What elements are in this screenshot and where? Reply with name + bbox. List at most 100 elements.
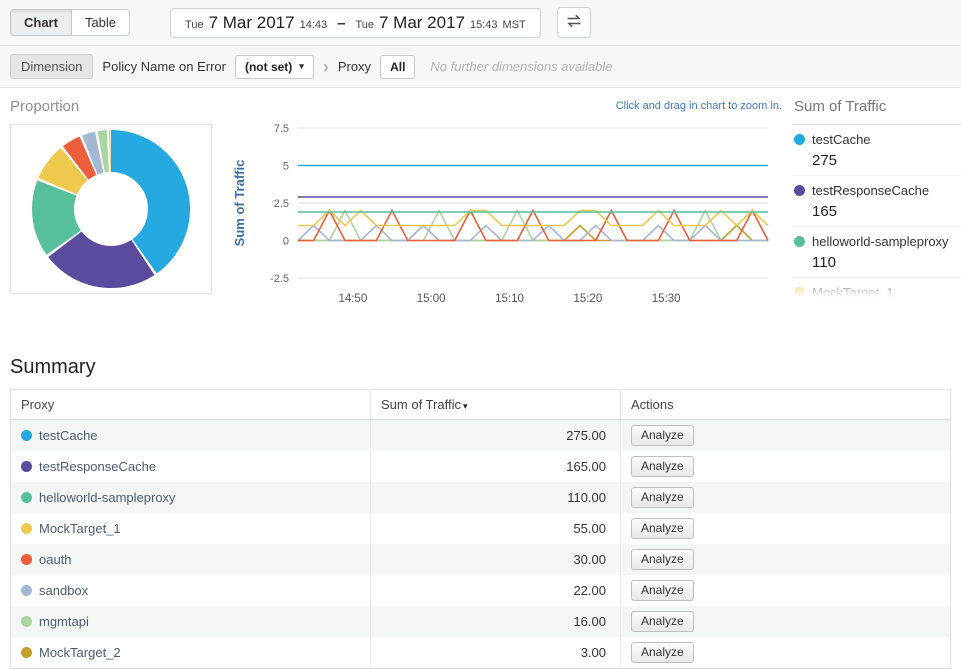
- end-time: 15:43: [470, 19, 498, 31]
- series-color-dot: [21, 492, 32, 503]
- table-row: mgmtapi16.00Analyze: [11, 606, 951, 637]
- series-color-dot: [21, 585, 32, 596]
- start-date: 7 Mar 2017: [209, 13, 295, 33]
- table-row: sandbox22.00 Analyze: [11, 575, 951, 606]
- zoom-hint-text: Click and drag in chart to zoom in.: [616, 100, 782, 112]
- series-color-dot: [21, 554, 32, 565]
- summary-heading: Summary: [10, 356, 951, 379]
- proxy-cell: MockTarget_2: [11, 637, 371, 669]
- summary-table: Proxy Sum of Traffic▾ Actions testCache2…: [10, 389, 951, 669]
- series-color-dot: [794, 287, 805, 298]
- legend-series-name: MockTarget_1: [812, 285, 894, 300]
- analyze-button[interactable]: Analyze: [631, 580, 694, 601]
- legend-series-value: 165: [812, 203, 961, 220]
- analyze-button[interactable]: Analyze: [631, 487, 694, 508]
- charts-row: Proportion Click and drag in chart to zo…: [0, 88, 961, 344]
- sort-caret-icon: ▾: [463, 401, 468, 411]
- legend-item[interactable]: testResponseCache 165: [792, 176, 961, 227]
- end-day-name: Tue: [355, 19, 374, 31]
- proxy-dimension-label: Proxy: [338, 59, 371, 74]
- series-color-dot: [21, 523, 32, 534]
- series-color-dot: [21, 647, 32, 658]
- actions-cell: Analyze: [621, 606, 951, 637]
- svg-text:15:20: 15:20: [573, 293, 602, 305]
- dimension-toolbar: Dimension Policy Name on Error (not set)…: [0, 46, 961, 88]
- actions-cell: Analyze: [621, 544, 951, 575]
- chevron-right-icon: ›: [323, 58, 329, 76]
- table-row: testCache275.00 Analyze: [11, 420, 951, 452]
- analyze-button[interactable]: Analyze: [631, 642, 694, 663]
- col-actions: Actions: [621, 390, 951, 420]
- traffic-value-cell: 16.00: [371, 606, 621, 637]
- start-day-name: Tue: [185, 19, 204, 31]
- policy-dimension-label: Policy Name on Error: [102, 59, 226, 74]
- proxy-cell: sandbox: [11, 575, 371, 606]
- proxy-cell: testResponseCache: [11, 451, 371, 482]
- analytics-page: Chart Table Tue 7 Mar 2017 14:43 – Tue 7…: [0, 0, 961, 669]
- series-color-dot: [794, 134, 805, 145]
- policy-value: (not set): [245, 60, 292, 74]
- traffic-value-cell: 275.00: [371, 420, 621, 452]
- table-header-row: Proxy Sum of Traffic▾ Actions: [11, 390, 951, 420]
- proxy-cell: oauth: [11, 544, 371, 575]
- view-toggle: Chart Table: [10, 9, 130, 36]
- start-time: 14:43: [300, 19, 328, 31]
- col-proxy: Proxy: [11, 390, 371, 420]
- traffic-value-cell: 110.00: [371, 482, 621, 513]
- date-range-picker[interactable]: Tue 7 Mar 2017 14:43 – Tue 7 Mar 2017 15…: [170, 8, 541, 38]
- dimension-chip: Dimension: [10, 54, 93, 79]
- legend-series-value: 110: [812, 254, 961, 271]
- series-color-dot: [794, 236, 805, 247]
- actions-cell: Analyze: [621, 420, 951, 452]
- chart-tab[interactable]: Chart: [11, 10, 71, 35]
- actions-cell: Analyze: [621, 451, 951, 482]
- proportion-title: Proportion: [10, 98, 212, 115]
- no-dimensions-note: No further dimensions available: [430, 59, 612, 74]
- legend-item[interactable]: helloworld-sampleproxy 110: [792, 227, 961, 278]
- analyze-button[interactable]: Analyze: [631, 425, 694, 446]
- table-row: MockTarget_155.00 Analyze: [11, 513, 951, 544]
- summary-section: Summary Proxy Sum of Traffic▾ Actions te…: [0, 356, 961, 669]
- col-sum-of-traffic[interactable]: Sum of Traffic▾: [371, 390, 621, 420]
- traffic-value-cell: 165.00: [371, 451, 621, 482]
- donut-chart-box: [10, 124, 212, 294]
- analyze-button[interactable]: Analyze: [631, 518, 694, 539]
- proxy-cell: MockTarget_1: [11, 513, 371, 544]
- legend-list[interactable]: testCache 275 testResponseCache 165 hellowor…: [792, 125, 961, 301]
- chevron-down-icon: ▾: [299, 61, 304, 72]
- svg-text:-2.5: -2.5: [270, 273, 289, 285]
- svg-text:Sum of Traffic: Sum of Traffic: [232, 160, 247, 247]
- traffic-value-cell: 30.00: [371, 544, 621, 575]
- actions-cell: Analyze: [621, 637, 951, 669]
- top-toolbar: Chart Table Tue 7 Mar 2017 14:43 – Tue 7…: [0, 0, 961, 46]
- svg-text:7.5: 7.5: [274, 123, 289, 135]
- analyze-button[interactable]: Analyze: [631, 611, 694, 632]
- legend-series-name: testResponseCache: [812, 183, 929, 198]
- legend-series-value: 275: [812, 152, 961, 169]
- proportion-donut-chart[interactable]: [31, 129, 191, 289]
- traffic-line-chart[interactable]: 7.552.50-2.514:5015:0015:1015:2015:30Sum…: [230, 114, 786, 314]
- traffic-value-cell: 22.00: [371, 575, 621, 606]
- svg-text:0: 0: [283, 236, 289, 248]
- svg-text:15:10: 15:10: [495, 293, 524, 305]
- proxy-filter-button[interactable]: All: [380, 55, 415, 79]
- proxy-cell: testCache: [11, 420, 371, 452]
- refresh-button[interactable]: [557, 7, 591, 38]
- table-tab[interactable]: Table: [71, 10, 129, 35]
- legend-series-name: testCache: [812, 132, 871, 147]
- policy-value-dropdown[interactable]: (not set) ▾: [235, 55, 314, 79]
- table-row: testResponseCache165.00 Analyze: [11, 451, 951, 482]
- analyze-button[interactable]: Analyze: [631, 549, 694, 570]
- table-row: oauth30.00 Analyze: [11, 544, 951, 575]
- legend-item[interactable]: testCache 275: [792, 125, 961, 176]
- timezone-label: MST: [503, 19, 526, 31]
- legend-item[interactable]: MockTarget_155: [792, 278, 961, 301]
- legend-series-name: helloworld-sampleproxy: [812, 234, 949, 249]
- traffic-chart-panel: Click and drag in chart to zoom in. 7.55…: [230, 88, 786, 344]
- legend-title: Sum of Traffic: [792, 94, 961, 125]
- svg-text:14:50: 14:50: [338, 293, 367, 305]
- analyze-button[interactable]: Analyze: [631, 456, 694, 477]
- proxy-cell: helloworld-sampleproxy: [11, 482, 371, 513]
- date-range-separator: –: [337, 15, 345, 32]
- traffic-value-cell: 55.00: [371, 513, 621, 544]
